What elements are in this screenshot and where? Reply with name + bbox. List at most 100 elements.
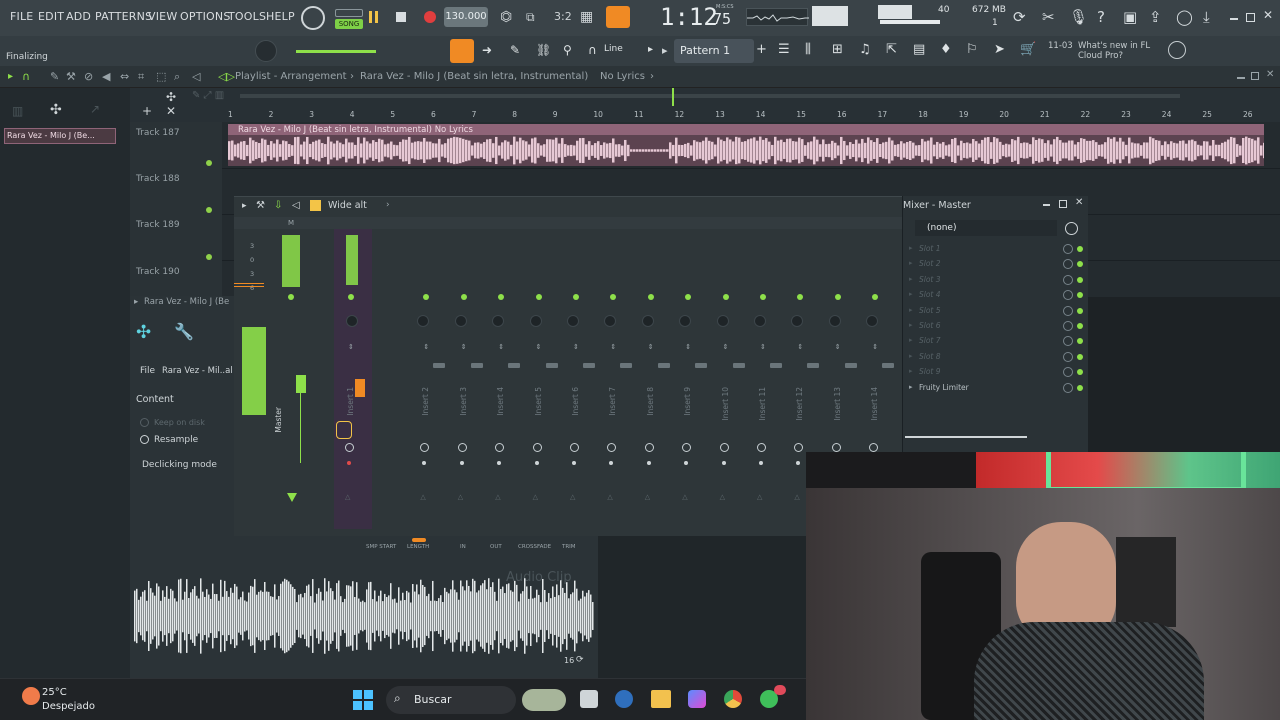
windows-start-icon[interactable] [353,690,373,710]
mixer-preset-icon[interactable] [310,200,321,211]
fx-slot[interactable]: Slot 1 [919,244,941,253]
search-highlight-image[interactable] [522,689,566,711]
fx-slot[interactable]: Slot 5 [919,306,941,315]
track-label[interactable]: Track 189 [136,220,180,230]
playlist-lyrics[interactable]: No Lyrics [600,71,645,82]
menu-edit[interactable]: EDIT [38,10,64,23]
insert-enable-led[interactable] [573,294,579,300]
slot-arrow-icon[interactable]: ▸ [909,259,913,267]
slot-arrow-icon[interactable]: ▸ [909,383,913,391]
track-mute-led[interactable] [206,254,212,260]
route-knob[interactable] [532,443,542,452]
insert-fader-cap[interactable] [657,363,670,368]
microphone-icon[interactable]: 🎙 [1069,8,1088,26]
playhead-marker[interactable] [672,88,674,106]
stereo-sep-icon[interactable]: ⇕ [610,343,616,351]
fx-slot[interactable]: Slot 3 [919,275,941,284]
wrench-icon[interactable]: 🔧 [174,322,194,341]
insert-enable-led[interactable] [797,294,804,300]
menu-options[interactable]: OPTIONS [180,10,231,23]
menu-add[interactable]: ADD [66,10,91,23]
wait-input-icon[interactable]: ⧉ [526,8,546,26]
route-knob[interactable] [869,443,879,452]
master-pitch-slider[interactable] [296,50,376,53]
insert-pan-knob[interactable] [754,315,766,327]
slot-enable-led[interactable] [1077,338,1083,345]
insert-1-route-highlight[interactable] [336,421,352,439]
menu-patterns[interactable]: PATTERNS [95,10,152,23]
slot-mix-knob[interactable] [1063,336,1073,347]
mixer-preset-name[interactable]: Wide alt [328,200,367,211]
download-icon[interactable]: ⤓ [1203,8,1210,26]
insert-pan-knob[interactable] [716,315,729,327]
insert-pan-knob[interactable] [791,315,804,327]
stamp-tool-icon[interactable]: ⚲ [563,43,572,57]
route-dot[interactable] [609,461,614,465]
slot-mix-knob[interactable] [1063,321,1073,331]
stereo-sep-icon[interactable]: ⇕ [835,343,841,351]
route-dot[interactable] [347,461,351,465]
insert-pan-knob[interactable] [866,315,879,327]
insert-pan-knob[interactable] [828,315,841,327]
master-route-arrow-icon[interactable] [287,493,297,502]
insert-enable-led[interactable] [423,294,430,300]
route-dot[interactable] [759,461,763,465]
insert-enable-led[interactable] [722,294,729,300]
insert-pan-knob[interactable] [346,315,358,327]
mixer-close-icon[interactable]: ✕ [1075,197,1083,208]
horizontal-scrollbar[interactable] [240,94,1180,98]
insert-enable-led[interactable] [348,294,354,300]
insert-pan-knob[interactable] [604,315,617,327]
route-dot[interactable] [721,461,726,465]
slot-arrow-icon[interactable]: ▸ [909,306,913,314]
slot-mix-knob[interactable] [1063,290,1073,301]
save-icon[interactable]: ▣ [1123,8,1137,26]
insert-pan-knob[interactable] [417,315,430,327]
slot-mix-knob[interactable] [1063,367,1073,378]
loop-record-icon[interactable] [606,6,630,28]
insert-pan-knob[interactable] [641,315,654,327]
route-knob[interactable] [644,443,654,452]
timeline-tools-icon[interactable]: ✎ ⤢ ▥ [192,90,224,101]
slot-mix-knob[interactable] [1063,351,1073,362]
channel-rack-icon[interactable]: ⊞ [832,42,843,57]
slot-arrow-icon[interactable]: ▸ [909,367,913,375]
track-label[interactable]: Track 190 [136,267,180,277]
draw-tool-icon[interactable]: ✎ [50,70,59,83]
export-icon[interactable]: ⇪ [1149,8,1162,26]
select-tool-icon[interactable]: ⬚ [156,70,166,83]
weather-icon[interactable] [22,687,40,705]
keep-on-disk-radio[interactable] [140,418,149,427]
metronome-icon[interactable]: ⏣ [500,8,518,26]
route-arrow-icon[interactable]: △ [458,493,463,501]
stop-icon[interactable] [396,12,406,22]
slot-arrow-icon[interactable]: ▸ [909,321,913,329]
snap-grid-icon[interactable] [450,39,474,63]
stereo-sep-icon[interactable]: ⇕ [461,343,467,351]
help-icon[interactable]: ? [1097,8,1105,26]
mixer-tools-icon[interactable]: ⚒ [256,200,265,211]
stereo-sep-icon[interactable]: ⇕ [498,343,504,351]
route-dot[interactable] [459,461,464,465]
slot-arrow-icon[interactable]: ▸ [909,244,913,252]
playback-tool-icon[interactable]: ◁ [192,70,200,83]
undo-history-icon[interactable]: ⟳ [1013,8,1026,26]
slot-mix-knob[interactable] [1063,259,1073,270]
track-mute-led[interactable] [206,160,212,166]
playlist-minimize-icon[interactable] [1237,77,1245,79]
audio-clip-icon[interactable]: ✣ [136,322,151,343]
insert-fader-cap[interactable] [882,363,895,368]
copilot-icon[interactable] [688,690,706,708]
insert-enable-led[interactable] [610,294,617,300]
store-icon[interactable]: 🛒 [1020,42,1036,57]
slot-enable-led[interactable] [1077,369,1083,376]
slot-mix-knob[interactable] [1063,382,1073,393]
news-text[interactable]: What's new in FL Cloud Pro? [1078,41,1168,61]
arrow-tool-icon[interactable]: ➜ [482,43,492,57]
route-dot[interactable] [497,461,502,465]
plugin-picker-icon[interactable]: ♦ [940,42,952,57]
stereo-sep-icon[interactable]: ⇕ [348,343,354,351]
tempo-display[interactable]: 130.000 [444,7,488,27]
fx-slot[interactable]: Slot 2 [919,259,941,268]
insert-fader-cap[interactable] [433,363,446,368]
